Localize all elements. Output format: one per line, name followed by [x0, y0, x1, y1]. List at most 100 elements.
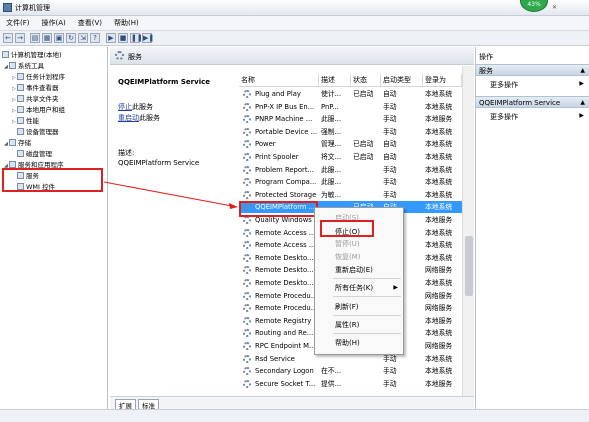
table-row[interactable]: Secure Socket T... 提供... 手动 本地服务 — [239, 378, 462, 390]
status-bar — [0, 409, 589, 422]
window-title: 计算机管理 — [15, 4, 50, 12]
menu-action[interactable]: 操作(A) — [36, 16, 72, 30]
table-row[interactable]: Plug and Play 使计... 已启动 自动 本地系统 — [239, 88, 462, 100]
col-logon-as[interactable]: 登录为 — [423, 74, 462, 86]
tree-device-manager[interactable]: 设备管理器 — [12, 127, 59, 138]
tree-performance[interactable]: ▷ 性能 — [12, 116, 39, 127]
menu-properties[interactable]: 属性(R) — [335, 320, 359, 330]
service-title: QQEIMPlatform Service — [118, 78, 210, 86]
properties-icon[interactable]: ▣ — [54, 33, 64, 43]
col-status[interactable]: 状态 — [351, 74, 381, 86]
gear-icon — [243, 228, 251, 237]
cell-desc: 使计... — [321, 90, 342, 98]
help-icon[interactable]: ? — [90, 33, 100, 43]
tree-disk-management[interactable]: 磁盘管理 — [12, 149, 52, 160]
cell-logon: 本地系统 — [425, 329, 453, 338]
tree-local-users[interactable]: ▷ 本地用户和组 — [12, 105, 65, 116]
description-label: 描述: — [118, 149, 135, 157]
tree-shared-folders[interactable]: ▷ 共享文件夹 — [12, 94, 59, 105]
menu-all-tasks[interactable]: 所有任务(K) — [335, 283, 373, 293]
cell-desc: 将文... — [321, 153, 342, 161]
tree-computer-management[interactable]: 计算机管理(本地) — [2, 50, 62, 61]
gear-icon — [243, 115, 251, 124]
cell-status: 已启动 — [353, 90, 374, 98]
vertical-scrollbar[interactable] — [462, 66, 474, 396]
actions-group-qqeim[interactable]: QQEIMPlatform Service ▲ — [476, 96, 589, 108]
disk-icon — [17, 150, 24, 157]
menu-refresh[interactable]: 刷新(F) — [335, 302, 359, 312]
stop-suffix: 此服务 — [132, 103, 153, 111]
menu-view[interactable]: 查看(V) — [72, 16, 108, 30]
export-icon[interactable]: ⇲ — [78, 33, 88, 43]
back-arrow-icon[interactable]: ← — [3, 33, 13, 43]
table-row[interactable]: Problem Report... 此服... 手动 本地系统 — [239, 164, 462, 176]
submenu-arrow-icon: ▶ — [393, 284, 398, 291]
cell-startup: 自动 — [383, 90, 397, 98]
table-row[interactable]: Program Compa... 此服... 手动 本地系统 — [239, 176, 462, 188]
restart-service-link-line: 重启动此服务 — [118, 113, 160, 123]
submenu-arrow-icon[interactable]: ▶ — [579, 112, 584, 119]
more-actions-services[interactable]: 更多操作 — [490, 80, 518, 90]
table-row[interactable]: Protected Storage 为敏... 手动 本地系统 — [239, 189, 462, 201]
table-row[interactable]: PNRP Machine ... 此服... 手动 本地服务 — [239, 113, 462, 125]
gear-icon — [243, 329, 251, 338]
more-actions-qqeim[interactable]: 更多操作 — [490, 112, 518, 122]
table-row[interactable]: Power 管理... 已启动 自动 本地系统 — [239, 138, 462, 150]
pause-icon[interactable]: ❚❚ — [130, 33, 143, 43]
table-row[interactable]: Print Spooler 将文... 已启动 自动 本地系统 — [239, 151, 462, 163]
show-hide-tree-icon[interactable]: ▦ — [42, 33, 52, 43]
gear-icon — [243, 342, 251, 350]
table-row[interactable]: Secondary Logon 在不... 手动 本地系统 — [239, 365, 462, 377]
table-row[interactable]: PnP-X IP Bus En... PnP... 手动 本地系统 — [239, 101, 462, 113]
actions-group-services[interactable]: 服务 ▲ — [476, 64, 589, 76]
scroll-thumb[interactable] — [465, 236, 473, 296]
cell-startup: 手动 — [383, 165, 397, 174]
col-description[interactable]: 描述 — [319, 74, 351, 86]
restart-link[interactable]: 重启动 — [118, 114, 139, 122]
collapse-up-icon[interactable]: ▲ — [580, 65, 585, 77]
tree-label: 存储 — [18, 139, 31, 147]
tree-task-scheduler[interactable]: ▷ 任务计划程序 — [12, 72, 65, 83]
cell-startup: 手动 — [383, 367, 397, 376]
start-icon[interactable]: ▶ — [106, 33, 116, 43]
shared-folder-icon — [17, 95, 24, 102]
cell-logon: 本地系统 — [425, 140, 453, 149]
stop-service-link-line: 停止此服务 — [118, 102, 153, 112]
menu-help[interactable]: 帮助(H) — [335, 338, 360, 348]
table-row[interactable]: Portable Device ... 强制... 手动 本地系统 — [239, 126, 462, 138]
gauge-close-icon[interactable]: ✕ — [552, 4, 557, 11]
performance-gauge-icon[interactable]: 43% — [520, 0, 548, 12]
tree-storage[interactable]: ◢ 存储 — [4, 138, 31, 149]
tree-event-viewer[interactable]: ▷ 事件查看器 — [12, 83, 59, 94]
performance-icon — [17, 117, 24, 124]
cell-logon: 本地系统 — [425, 178, 453, 187]
actions-pane: 操作 服务 ▲ 更多操作 ▶ QQEIMPlatform Service ▲ 更多操… — [475, 47, 589, 409]
description-value: QQEIMPlatform Service — [118, 159, 200, 167]
col-name[interactable]: 名称 — [239, 74, 319, 86]
menu-restart[interactable]: 重新启动(E) — [335, 265, 373, 275]
cell-logon: 本地系统 — [425, 102, 453, 111]
cell-logon: 本地服务 — [425, 316, 453, 325]
gauge-value: 43% — [527, 1, 541, 8]
cell-name: Print Spooler — [255, 153, 299, 161]
cell-startup: 手动 — [383, 178, 397, 187]
forward-arrow-icon[interactable]: → — [15, 33, 25, 43]
col-startup-type[interactable]: 启动类型 — [381, 74, 423, 86]
menu-file[interactable]: 文件(F) — [0, 16, 36, 30]
submenu-arrow-icon[interactable]: ▶ — [579, 80, 584, 87]
tree-system-tools[interactable]: ◢ 系统工具 — [4, 61, 44, 72]
menu-resume[interactable]: 恢复(M) — [335, 252, 361, 262]
stop-link[interactable]: 停止 — [118, 103, 132, 111]
cell-logon: 本地系统 — [425, 203, 453, 212]
cell-name: Protected Storage — [255, 190, 317, 199]
menu-pause[interactable]: 暂停(U) — [335, 239, 360, 249]
cell-desc: 在不... — [321, 367, 342, 376]
up-folder-icon[interactable]: ▤ — [30, 33, 40, 43]
menu-help[interactable]: 帮助(H) — [108, 16, 145, 30]
gear-icon — [243, 178, 251, 187]
cell-desc: PnP... — [321, 102, 339, 111]
stop-icon[interactable]: ■ — [118, 33, 128, 43]
refresh-icon[interactable]: ↻ — [66, 33, 76, 43]
collapse-up-icon[interactable]: ▲ — [580, 97, 585, 109]
restart-icon[interactable]: ▶❚ — [142, 33, 154, 43]
